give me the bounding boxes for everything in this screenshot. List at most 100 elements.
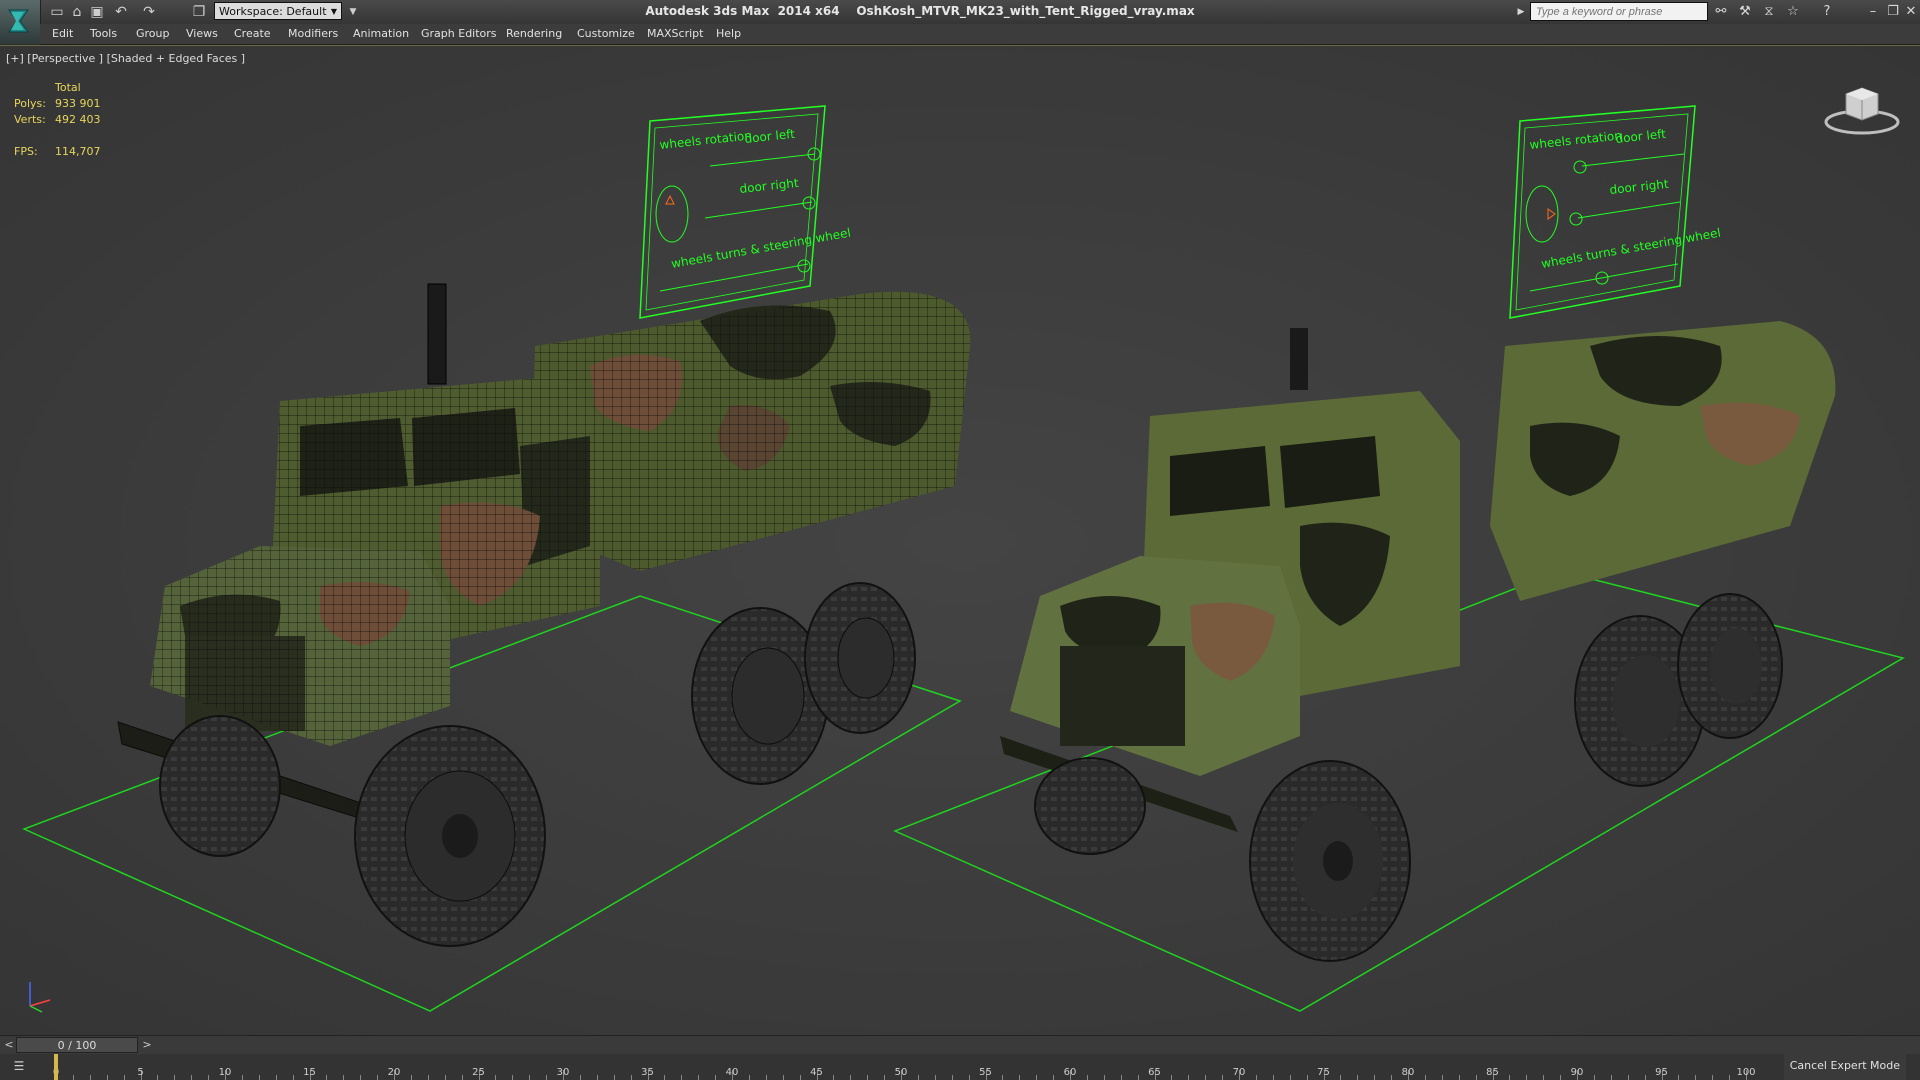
frame-tick [1205,1075,1207,1080]
subscription-center-icon[interactable]: ⚒ [1736,3,1754,21]
time-next-button[interactable]: > [140,1036,154,1054]
frame-label: 35 [641,1067,654,1078]
time-slider[interactable]: < 0 / 100 > [0,1035,1920,1055]
save-file-icon[interactable]: ▣ [88,3,106,21]
frame-tick [157,1075,159,1080]
time-slider-thumb[interactable]: 0 / 100 [16,1037,138,1053]
menu-customize[interactable]: Customize [577,27,635,40]
frame-label: 70 [1232,1067,1246,1078]
frame-tick [191,1075,193,1080]
frame-ruler[interactable]: 0510152025303540455055606570758085909510… [53,1054,1776,1080]
frame-tick [1509,1075,1511,1080]
frame-tick [934,1075,936,1080]
cancel-expert-mode-button[interactable]: Cancel Expert Mode [1783,1054,1906,1080]
wheel[interactable] [1034,757,1146,855]
frame-tick [1644,1075,1646,1080]
menu-create[interactable]: Create [234,27,271,40]
frame-label: 100 [1736,1067,1756,1078]
undo-icon[interactable]: ↶ [112,3,130,21]
frame-tick [292,1075,294,1080]
menu-edit[interactable]: Edit [52,27,73,40]
viewport-label[interactable]: [+] [Perspective ] [Shaded + Edged Faces… [6,52,245,65]
frame-tick [546,1075,548,1080]
open-file-icon[interactable]: ⌂ [68,3,86,21]
help-icon[interactable]: ? [1818,3,1836,21]
frame-label: 20 [387,1067,401,1078]
3dsmax-logo-icon [8,9,29,33]
frame-tick [1560,1075,1562,1080]
perspective-viewport[interactable]: wheels rotation door left door right whe… [0,45,1920,1036]
frame-tick [1019,1075,1021,1080]
communication-center-icon[interactable]: ⧖ [1760,3,1778,21]
mini-curve-editor-icon[interactable]: ☰ [8,1059,30,1075]
app-menu-button[interactable] [0,0,41,44]
time-prev-button[interactable]: < [2,1036,16,1054]
menu-views[interactable]: Views [186,27,218,40]
wheel[interactable] [804,582,916,734]
favorites-star-icon[interactable]: ☆ [1784,3,1802,21]
frame-tick [1255,1075,1257,1080]
wheel[interactable] [1249,760,1411,962]
new-file-icon[interactable]: ▭ [48,3,66,21]
chevron-down-icon: ▼ [330,7,337,16]
frame-tick [258,1075,260,1080]
binoculars-icon[interactable]: ⚯ [1712,3,1730,21]
menu-animation[interactable]: Animation [353,27,409,40]
frame-tick [1729,1075,1731,1080]
frame-tick [1053,1075,1055,1080]
frame-label: 25 [472,1067,485,1078]
project-folder-icon[interactable]: ❐ [190,3,208,21]
frame-tick [579,1075,581,1080]
minimize-icon[interactable]: – [1864,3,1882,21]
frame-tick [529,1075,531,1080]
close-icon[interactable]: ✕ [1902,3,1920,21]
frame-tick [1002,1075,1004,1080]
frame-tick [360,1075,362,1080]
menu-help[interactable]: Help [716,27,741,40]
stats-fps-value: 114,707 [55,145,101,158]
redo-icon[interactable]: ↷ [140,3,158,21]
menu-graph-editors[interactable]: Graph Editors [421,27,497,40]
app-title: Autodesk 3ds Max 2014 x64 [645,4,840,18]
frame-label: 55 [979,1067,992,1078]
viewcube-icon[interactable] [1822,82,1902,138]
wheel[interactable] [159,715,281,857]
frame-label: 95 [1655,1067,1668,1078]
restore-icon[interactable]: ❐ [1884,3,1902,21]
quick-access-dropdown-icon[interactable]: ▼ [344,3,362,21]
current-frame-marker[interactable] [54,1054,58,1080]
menu-modifiers[interactable]: Modifiers [288,27,338,40]
frame-tick [1222,1075,1224,1080]
menu-bar: Edit Tools Group Views Create Modifiers … [40,24,1920,45]
menu-rendering[interactable]: Rendering [506,27,562,40]
frame-tick [1340,1075,1342,1080]
file-name: OshKosh_MTVR_MK23_with_Tent_Rigged_vray.… [856,4,1195,18]
frame-tick [1289,1075,1291,1080]
frame-label: 40 [725,1067,739,1078]
frame-tick [1137,1075,1139,1080]
track-bar[interactable]: ☰ 05101520253035404550556065707580859095… [0,1054,1920,1080]
wheel[interactable] [354,725,546,947]
frame-tick [106,1075,108,1080]
frame-tick [495,1075,497,1080]
scene-canvas[interactable]: wheels rotation door left door right whe… [0,46,1920,1036]
frame-label: 15 [303,1067,316,1078]
menu-tools[interactable]: Tools [90,27,117,40]
search-expand-icon[interactable]: ▶ [1512,3,1530,21]
frame-label: 80 [1401,1067,1415,1078]
frame-tick [1627,1075,1629,1080]
wheel[interactable] [1677,593,1783,739]
frame-tick [326,1075,328,1080]
frame-tick [596,1075,598,1080]
frame-tick [444,1075,446,1080]
frame-tick [343,1075,345,1080]
workspace-dropdown[interactable]: Workspace: Default ▼ [214,2,342,20]
menu-group[interactable]: Group [136,27,170,40]
frame-tick [917,1075,919,1080]
stats-polys-label: Polys: [14,97,46,110]
frame-tick [72,1075,74,1080]
search-input[interactable] [1530,2,1708,21]
menu-maxscript[interactable]: MAXScript [647,27,703,40]
frame-tick [884,1075,886,1080]
frame-tick [1695,1075,1697,1080]
